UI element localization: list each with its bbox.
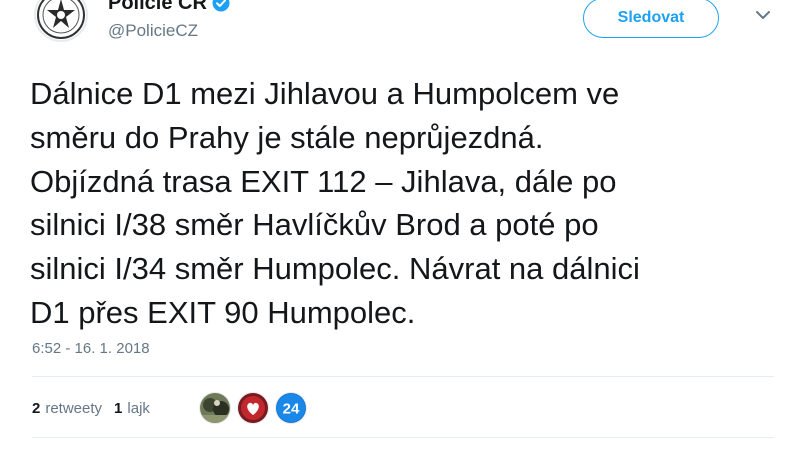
likes-label: lajk — [127, 399, 150, 417]
liker-avatar-photo[interactable] — [199, 392, 231, 424]
tweet-text: Dálnice D1 mezi Jihlavou a Humpolcem ve … — [30, 72, 770, 335]
tweet-text-line: Objízdná trasa EXIT 112 – Jihlava, dále … — [30, 163, 617, 199]
name-row: Policie ČR — [108, 0, 230, 15]
likes-count: 1 — [114, 399, 123, 417]
user-handle[interactable]: @PolicieCZ — [108, 21, 198, 41]
retweets-stat[interactable]: 2 retweety — [32, 400, 102, 417]
more-options-button[interactable] — [752, 4, 774, 26]
tweet-stats: 2 retweety 1 lajk — [32, 397, 162, 419]
profile-avatar[interactable] — [34, 0, 88, 42]
tweet-timestamp[interactable]: 6:52 - 16. 1. 2018 — [32, 339, 150, 359]
avatar-24-label: 24 — [283, 401, 300, 418]
retweets-count: 2 — [32, 399, 41, 417]
police-star-logo-icon — [37, 0, 85, 39]
tweet-text-line: silnici I/34 směr Humpolec. Návrat na dá… — [30, 251, 640, 287]
user-avatar-24-icon: 24 — [276, 393, 306, 423]
retweets-label: retweety — [45, 399, 103, 417]
tweet-text-line: Dálnice D1 mezi Jihlavou a Humpolcem ve — [30, 76, 620, 111]
chevron-down-icon — [756, 11, 770, 19]
tweet-header: Policie ČR @PolicieCZ Sledovat — [0, 0, 800, 60]
tweet-text-line: silnici I/38 směr Havlíčkův Brod a poté … — [30, 207, 599, 243]
tweet-text-line: D1 přes EXIT 90 Humpolec. — [30, 294, 416, 330]
user-avatar-photo-icon — [200, 393, 230, 423]
user-avatar-heart-icon — [238, 393, 268, 423]
likers-facepile: 24 — [199, 392, 313, 424]
divider — [32, 437, 774, 438]
divider — [32, 376, 774, 377]
follow-button[interactable]: Sledovat — [583, 0, 719, 38]
tweet-text-line: směru do Prahy je stále neprůjezdná. — [30, 119, 544, 155]
likes-stat[interactable]: 1 lajk — [114, 400, 150, 417]
liker-avatar-heart[interactable] — [237, 392, 269, 424]
verified-badge-icon — [212, 0, 230, 12]
liker-avatar-24[interactable]: 24 — [275, 392, 307, 424]
display-name[interactable]: Policie ČR — [108, 0, 207, 15]
